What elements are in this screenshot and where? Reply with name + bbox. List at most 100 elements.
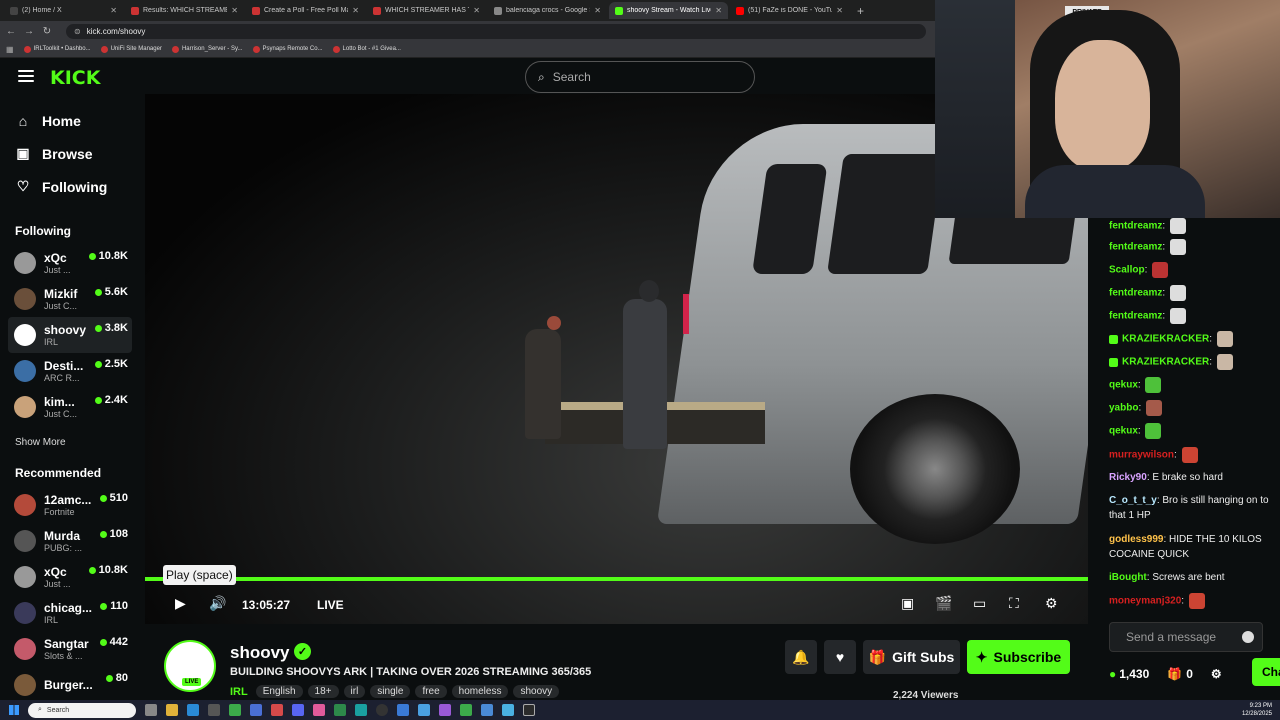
browser-tab[interactable]: shoovy Stream - Watch Live on ✕	[609, 2, 728, 19]
apps-icon[interactable]: ▦	[6, 45, 14, 54]
task-view-icon[interactable]	[145, 704, 157, 716]
nav-following[interactable]: ♡ Following	[0, 170, 140, 203]
chat-send-button[interactable]: Chat	[1252, 658, 1280, 686]
app-icon[interactable]	[439, 704, 451, 716]
channel-item[interactable]: Burger... 80	[8, 667, 132, 700]
clip-icon[interactable]: 🎬	[935, 595, 952, 612]
chat-username[interactable]: KRAZIEKRACKER	[1122, 357, 1209, 368]
chat-username[interactable]: qekux	[1109, 380, 1138, 391]
bookmark-item[interactable]: Lotto Bot - #1 Givea...	[332, 45, 401, 53]
settings-icon[interactable]: ⚙	[1045, 595, 1058, 612]
obs-icon[interactable]	[376, 704, 388, 716]
chat-username[interactable]: qekux	[1109, 426, 1138, 437]
channel-item[interactable]: xQc Just ... 10.8K	[8, 559, 132, 595]
channel-item[interactable]: Sangtar Slots & ... 442	[8, 631, 132, 667]
browser-tab[interactable]: Create a Poll - Free Poll Maker ✕	[246, 2, 365, 19]
nav-browse[interactable]: ▣ Browse	[0, 137, 140, 170]
channel-item[interactable]: shoovy IRL 3.8K	[8, 317, 132, 353]
channel-item[interactable]: Desti... ARC R... 2.5K	[8, 353, 132, 389]
subscribe-button[interactable]: ✦ Subscribe	[967, 640, 1070, 674]
show-more-link[interactable]: Show More	[0, 429, 140, 455]
progress-bar[interactable]	[145, 577, 1088, 581]
stream-tag[interactable]: free	[415, 685, 447, 698]
browser-tab[interactable]: (51) FaZe is DONE - YouTube ✕	[730, 2, 849, 19]
chat-username[interactable]: fentdreamz	[1109, 311, 1162, 322]
tab-close-icon[interactable]: ✕	[715, 6, 722, 15]
chat-username[interactable]: fentdreamz	[1109, 288, 1162, 299]
taskbar-search[interactable]: ⌕ Search	[28, 702, 136, 718]
fullscreen-icon[interactable]: ⛶	[1009, 595, 1019, 612]
channel-name[interactable]: shoovy	[230, 643, 290, 663]
notification-button[interactable]: 🔔	[785, 640, 817, 674]
stream-tag[interactable]: English	[255, 685, 303, 698]
browser-tab[interactable]: WHICH STREAMER HAS THE BI ✕	[367, 2, 486, 19]
forward-icon[interactable]: →	[24, 26, 34, 37]
url-field[interactable]: ⊜ kick.com/shoovy	[66, 23, 926, 39]
tab-close-icon[interactable]: ✕	[836, 6, 843, 15]
tab-close-icon[interactable]: ✕	[473, 6, 480, 15]
chrome-icon[interactable]	[460, 704, 472, 716]
app-icon[interactable]	[334, 704, 346, 716]
reload-icon[interactable]: ↻	[42, 26, 52, 37]
chat-username[interactable]: KRAZIEKRACKER	[1122, 334, 1209, 345]
bookmark-item[interactable]: UniFi Site Manager	[100, 45, 162, 53]
discord-icon[interactable]	[292, 704, 304, 716]
app-icon[interactable]	[481, 704, 493, 716]
menu-icon[interactable]	[18, 70, 34, 82]
channel-item[interactable]: kim... Just C... 2.4K	[8, 389, 132, 425]
chat-username[interactable]: godless999	[1109, 534, 1163, 545]
store-icon[interactable]	[208, 704, 220, 716]
search-input[interactable]: ⌕ Search	[525, 61, 755, 93]
new-tab-icon[interactable]: +	[851, 4, 870, 18]
stream-tag[interactable]: single	[370, 685, 411, 698]
app-icon[interactable]	[271, 704, 283, 716]
chat-username[interactable]: Ricky90	[1109, 472, 1147, 483]
chat-input[interactable]: Send a message	[1109, 622, 1263, 652]
chat-username[interactable]: yabbo	[1109, 403, 1138, 414]
browser-tab[interactable]: (2) Home / X ✕	[4, 2, 123, 19]
site-info-icon[interactable]: ⊜	[74, 27, 81, 36]
volume-icon[interactable]: 🔊	[209, 595, 226, 612]
chat-username[interactable]: C_o_t_t_y	[1109, 495, 1157, 506]
app-icon[interactable]	[418, 704, 430, 716]
stream-tag[interactable]: homeless	[451, 685, 509, 698]
browser-tab[interactable]: balenciaga crocs - Google Sear ✕	[488, 2, 607, 19]
taskbar-clock[interactable]: 9:23 PM 12/28/2025	[1242, 702, 1272, 718]
channel-item[interactable]: Mizkif Just C... 5.6K	[8, 281, 132, 317]
file-explorer-icon[interactable]	[166, 704, 178, 716]
nav-home[interactable]: ⌂ Home	[0, 104, 140, 137]
tab-close-icon[interactable]: ✕	[352, 6, 359, 15]
mini-player-icon[interactable]: ▣	[901, 595, 914, 612]
follow-button[interactable]: ♥	[824, 640, 856, 674]
app-icon[interactable]	[397, 704, 409, 716]
bookmark-item[interactable]: Harrison_Server - Sy...	[171, 45, 243, 53]
stream-tag[interactable]: 18+	[307, 685, 339, 698]
stream-tag[interactable]: shoovy	[513, 685, 560, 698]
app-icon[interactable]	[313, 704, 325, 716]
app-icon[interactable]	[355, 704, 367, 716]
points-count[interactable]: 1,430	[1119, 667, 1149, 681]
chat-username[interactable]: fentdreamz	[1109, 242, 1162, 253]
stream-tag[interactable]: irl	[343, 685, 366, 698]
tab-close-icon[interactable]: ✕	[110, 6, 117, 15]
app-icon[interactable]	[502, 704, 514, 716]
gift-subs-button[interactable]: 🎁 Gift Subs	[863, 640, 960, 674]
chat-username[interactable]: Scallop	[1109, 265, 1145, 276]
edge-icon[interactable]	[187, 704, 199, 716]
chrome-icon[interactable]	[229, 704, 241, 716]
back-icon[interactable]: ←	[6, 26, 16, 37]
channel-item[interactable]: 12amc... Fortnite 510	[8, 487, 132, 523]
tab-close-icon[interactable]: ✕	[231, 6, 238, 15]
app-icon[interactable]	[523, 704, 535, 716]
kick-logo[interactable]: KICK	[50, 67, 100, 89]
chat-username[interactable]: fentdreamz	[1109, 221, 1162, 232]
emoji-icon[interactable]	[1242, 631, 1254, 643]
chat-username[interactable]: iBought	[1109, 572, 1147, 583]
channel-item[interactable]: Murda PUBG: ... 108	[8, 523, 132, 559]
start-button[interactable]	[0, 700, 28, 720]
channel-item[interactable]: xQc Just ... 10.8K	[8, 245, 132, 281]
chat-username[interactable]: murraywilson	[1109, 450, 1174, 461]
channel-item[interactable]: chicag... IRL 110	[8, 595, 132, 631]
theater-mode-icon[interactable]: ▭	[973, 595, 986, 612]
bookmark-item[interactable]: IRLToolkit • Dashbo...	[23, 45, 91, 53]
